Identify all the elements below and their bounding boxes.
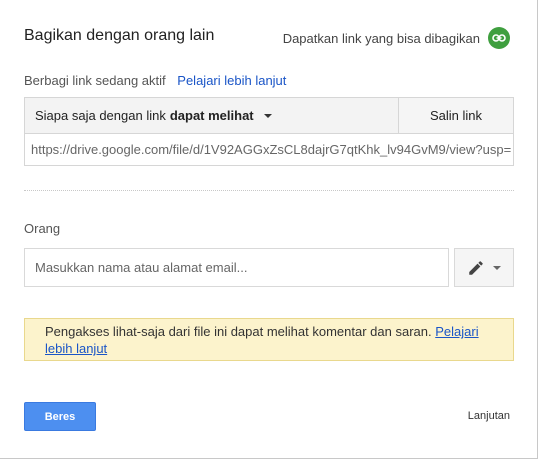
copy-link-button[interactable]: Salin link [398,98,513,133]
access-prefix: Siapa saja dengan link [35,108,166,123]
share-url-field[interactable]: https://drive.google.com/file/d/1V92AGGx… [24,134,514,166]
chevron-down-icon [493,265,501,270]
share-dialog: Bagikan dengan orang lain Dapatkan link … [0,0,538,459]
access-level: dapat melihat [169,108,254,123]
get-shareable-link[interactable]: Dapatkan link yang bisa dibagikan [283,27,510,49]
link-sharing-status-row: Berbagi link sedang aktif Pelajari lebih… [24,73,286,88]
advanced-link[interactable]: Lanjutan [468,410,510,422]
link-icon[interactable] [488,27,510,49]
chevron-down-icon [263,113,272,118]
notice-text: Pengakses lihat-saja dari file ini dapat… [45,324,432,339]
permission-dropdown[interactable] [454,248,514,287]
dialog-title: Bagikan dengan orang lain [24,27,215,44]
pencil-icon [469,260,483,275]
people-input[interactable]: Masukkan nama atau alamat email... [24,248,449,287]
access-level-dropdown[interactable]: Siapa saja dengan link dapat melihat [25,98,398,133]
link-access-box: Siapa saja dengan link dapat melihat Sal… [24,97,514,134]
done-button[interactable]: Beres [24,402,96,431]
people-label: Orang [24,221,61,236]
get-link-label: Dapatkan link yang bisa dibagikan [282,30,480,46]
learn-more-link[interactable]: Pelajari lebih lanjut [177,73,286,88]
link-sharing-status: Berbagi link sedang aktif [24,73,166,88]
viewer-comments-notice: Pengakses lihat-saja dari file ini dapat… [24,318,514,361]
divider [24,190,514,191]
